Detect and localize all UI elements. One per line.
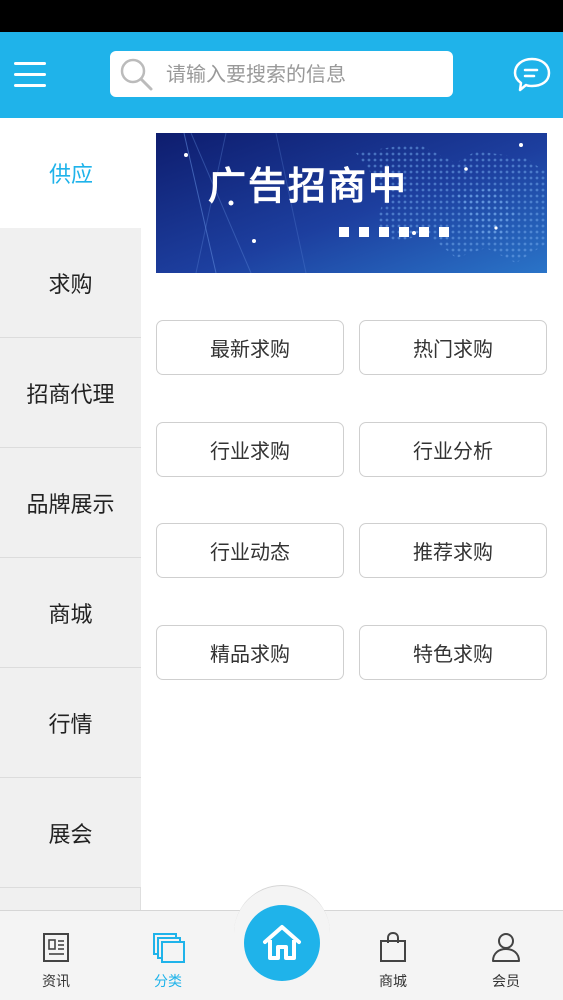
tab-category-label: 分类 bbox=[154, 974, 182, 990]
category-button-industry[interactable]: 行业求购 bbox=[156, 422, 344, 477]
tab-mall[interactable]: 商城 bbox=[353, 911, 433, 1000]
category-sidebar: 供应 求购 招商代理 品牌展示 商城 行情 展会 bbox=[0, 118, 142, 910]
sidebar-item-exhibition[interactable]: 展会 bbox=[0, 778, 141, 888]
sidebar-item-market[interactable]: 行情 bbox=[0, 668, 141, 778]
sidebar-item-purchase[interactable]: 求购 bbox=[0, 228, 141, 338]
sidebar-item-brand[interactable]: 品牌展示 bbox=[0, 448, 141, 558]
category-button-analysis[interactable]: 行业分析 bbox=[359, 422, 547, 477]
hamburger-icon bbox=[14, 62, 46, 65]
search-icon bbox=[120, 58, 153, 91]
tab-mall-label: 商城 bbox=[379, 974, 407, 990]
home-icon bbox=[263, 925, 301, 960]
chat-bubble-icon bbox=[513, 57, 551, 92]
tab-category[interactable]: 分类 bbox=[128, 911, 208, 1000]
category-button-recommended[interactable]: 推荐求购 bbox=[359, 523, 547, 578]
category-button-latest[interactable]: 最新求购 bbox=[156, 320, 344, 375]
sidebar-item-supply[interactable]: 供应 bbox=[0, 118, 142, 228]
app-header bbox=[0, 32, 563, 118]
ad-banner[interactable]: 广告招商中 bbox=[156, 133, 547, 273]
shopping-bag-icon bbox=[380, 931, 406, 962]
tab-news-label: 资讯 bbox=[42, 974, 70, 990]
hamburger-icon-line bbox=[14, 73, 46, 76]
banner-text: 广告招商中 bbox=[208, 164, 408, 208]
category-icon bbox=[153, 933, 185, 963]
tab-news[interactable]: 资讯 bbox=[16, 911, 96, 1000]
category-button-news[interactable]: 行业动态 bbox=[156, 523, 344, 578]
hamburger-icon-line bbox=[14, 84, 46, 87]
sidebar-item-agency[interactable]: 招商代理 bbox=[0, 338, 141, 448]
tab-member-label: 会员 bbox=[492, 974, 520, 990]
search-box[interactable] bbox=[110, 51, 453, 97]
category-button-premium[interactable]: 精品求购 bbox=[156, 625, 344, 680]
banner-graphic: 广告招商中 bbox=[156, 133, 547, 273]
tab-member[interactable]: 会员 bbox=[466, 911, 546, 1000]
message-button[interactable] bbox=[512, 55, 552, 95]
category-button-hot[interactable]: 热门求购 bbox=[359, 320, 547, 375]
menu-button[interactable] bbox=[12, 56, 50, 92]
category-button-featured[interactable]: 特色求购 bbox=[359, 625, 547, 680]
home-button[interactable] bbox=[244, 905, 320, 981]
user-icon bbox=[492, 933, 520, 962]
status-bar bbox=[0, 0, 563, 32]
news-icon bbox=[43, 933, 69, 962]
sidebar-item-mall[interactable]: 商城 bbox=[0, 558, 141, 668]
search-input[interactable] bbox=[166, 51, 446, 97]
